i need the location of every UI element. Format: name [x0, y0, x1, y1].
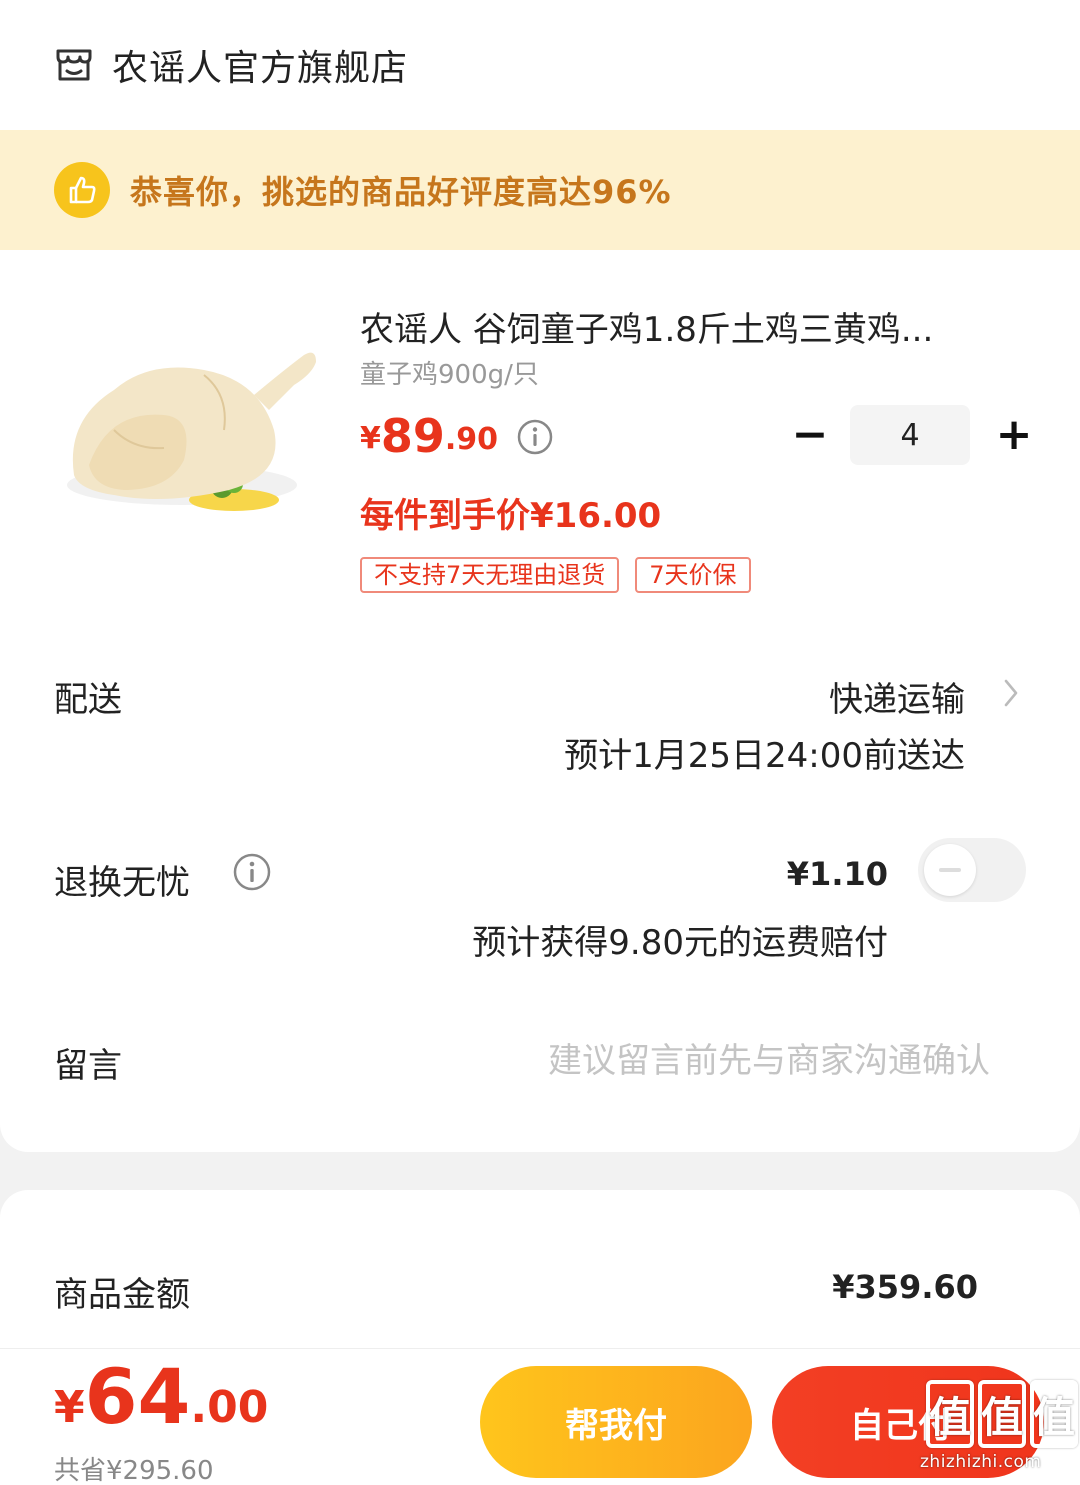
total-decimal: .00	[190, 1382, 269, 1433]
product-title[interactable]: 农谣人 谷饲童子鸡1.8斤土鸡三黄鸡...	[360, 302, 1010, 351]
chevron-right-icon[interactable]	[1000, 676, 1022, 710]
banner-text: 恭喜你，挑选的商品好评度高达96%	[130, 173, 672, 211]
remark-input[interactable]	[400, 1036, 990, 1086]
total-price: ¥ 64 .00	[54, 1355, 268, 1439]
thumbs-up-icon	[54, 162, 110, 218]
product-tags: 不支持7天无理由退货 7天价保	[360, 557, 767, 593]
watermark-url: zhizhizhi.com	[920, 1452, 1042, 1472]
delivery-eta: 预计1月25日24:00前送达	[564, 736, 965, 776]
tag-7day-price-protect: 7天价保	[635, 557, 751, 593]
unit-price: 每件到手价¥16.00	[360, 496, 662, 536]
quantity-minus-button[interactable]: −	[790, 405, 830, 465]
watermark-char: 值	[1030, 1380, 1078, 1448]
price-decimal: .90	[444, 422, 499, 457]
saved-amount: 共省¥295.60	[54, 1456, 214, 1485]
price-info-icon[interactable]	[516, 418, 554, 456]
watermark: 值 值 值 zhizhizhi.com	[920, 1380, 1080, 1485]
returns-compensation: 预计获得9.80元的运费赔付	[472, 923, 888, 963]
price-symbol: ¥	[360, 421, 381, 456]
total-integer: 64	[84, 1352, 191, 1441]
amount-label: 商品金额	[54, 1275, 190, 1315]
toggle-knob	[924, 844, 976, 896]
store-name: 农谣人官方旗舰店	[112, 48, 409, 89]
tag-no-7day-return: 不支持7天无理由退货	[360, 557, 620, 593]
total-symbol: ¥	[54, 1382, 85, 1433]
delivery-method[interactable]: 快递运输	[829, 672, 965, 721]
delivery-label: 配送	[54, 680, 122, 720]
quantity-value[interactable]: 4	[850, 405, 970, 465]
returns-label: 退换无忧	[54, 863, 190, 903]
returns-info-icon[interactable]	[232, 852, 272, 892]
store-header[interactable]: 农谣人官方旗舰店	[0, 0, 1080, 130]
returns-price: ¥1.10	[786, 855, 888, 893]
whole-chicken-image[interactable]	[54, 300, 324, 550]
price-integer: 89	[380, 409, 445, 463]
quantity-stepper: − 4 +	[790, 405, 1034, 465]
amount-value: ¥359.60	[832, 1268, 978, 1306]
remark-label: 留言	[54, 1046, 122, 1086]
watermark-char: 值	[978, 1380, 1026, 1448]
quantity-plus-button[interactable]: +	[994, 405, 1034, 465]
store-icon	[56, 49, 92, 81]
product-price: ¥ 89 .90	[360, 410, 554, 462]
rating-banner: 恭喜你，挑选的商品好评度高达96%	[0, 130, 1080, 250]
product-spec[interactable]: 童子鸡900g/只	[360, 354, 539, 391]
help-pay-button[interactable]: 帮我付	[480, 1366, 752, 1478]
returns-toggle[interactable]	[918, 838, 1026, 902]
watermark-char: 值	[926, 1380, 974, 1448]
